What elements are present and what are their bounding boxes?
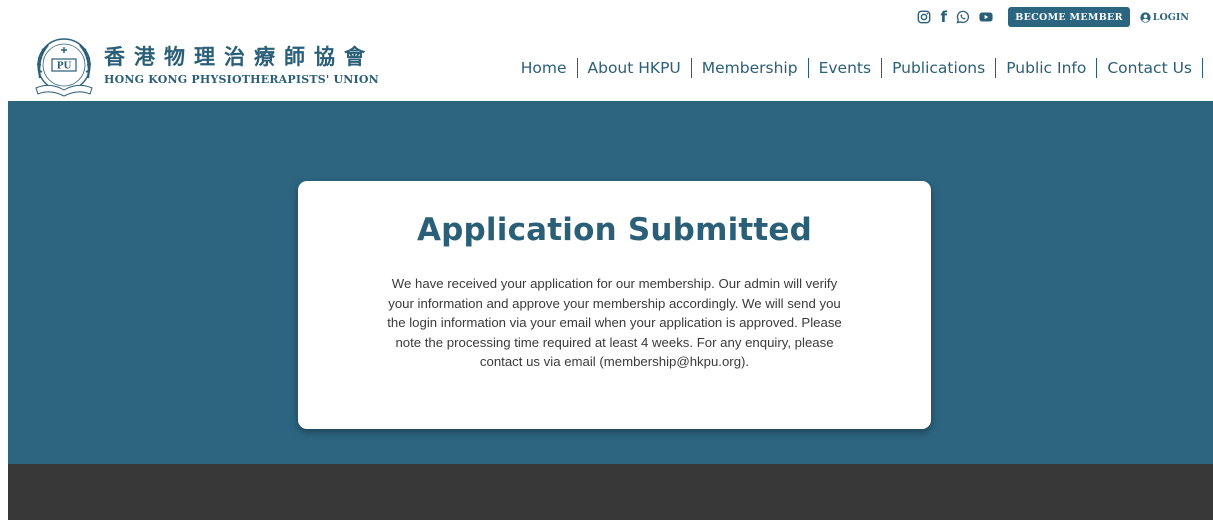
nav-divider (1202, 58, 1203, 78)
nav-item-public-info[interactable]: Public Info (996, 59, 1096, 77)
nav-item-events[interactable]: Events (809, 59, 881, 77)
nav-item-home[interactable]: Home (511, 59, 577, 77)
brand-name-en[interactable]: HONG KONG PHYSIOTHERAPISTS' UNION (104, 73, 379, 86)
nav-item-about-hkpu[interactable]: About HKPU (578, 59, 691, 77)
facebook-icon[interactable]: f (939, 10, 948, 25)
footer (8, 464, 1213, 520)
main-nav: Home About HKPU Membership Events Public… (511, 56, 1203, 80)
nav-item-publications[interactable]: Publications (882, 59, 995, 77)
card-message: We have received your application for ou… (387, 276, 842, 370)
instagram-icon[interactable] (917, 10, 931, 24)
utility-bar: f BECOME MEMBER LOGIN (917, 7, 1189, 27)
login-link[interactable]: LOGIN (1140, 12, 1189, 23)
user-circle-icon (1140, 11, 1151, 23)
nav-item-membership[interactable]: Membership (692, 59, 808, 77)
whatsapp-icon[interactable] (956, 10, 970, 24)
brand-name-zh[interactable]: 香港物理治療師協會 (104, 41, 374, 71)
become-member-button[interactable]: BECOME MEMBER (1008, 7, 1130, 27)
hkpu-logo[interactable]: PU (30, 32, 98, 100)
content-band: Application Submitted We have received y… (8, 101, 1213, 464)
youtube-icon[interactable] (978, 10, 994, 24)
card-title: Application Submitted (416, 212, 813, 248)
logo-text: PU (57, 62, 72, 72)
login-label: LOGIN (1152, 11, 1189, 23)
union-emblem-icon: PU (35, 38, 93, 97)
application-submitted-card: Application Submitted We have received y… (298, 181, 931, 429)
nav-item-contact-us[interactable]: Contact Us (1097, 59, 1202, 77)
page: f BECOME MEMBER LOGIN PU 香港物理治療師協會 HONG … (0, 0, 1213, 520)
